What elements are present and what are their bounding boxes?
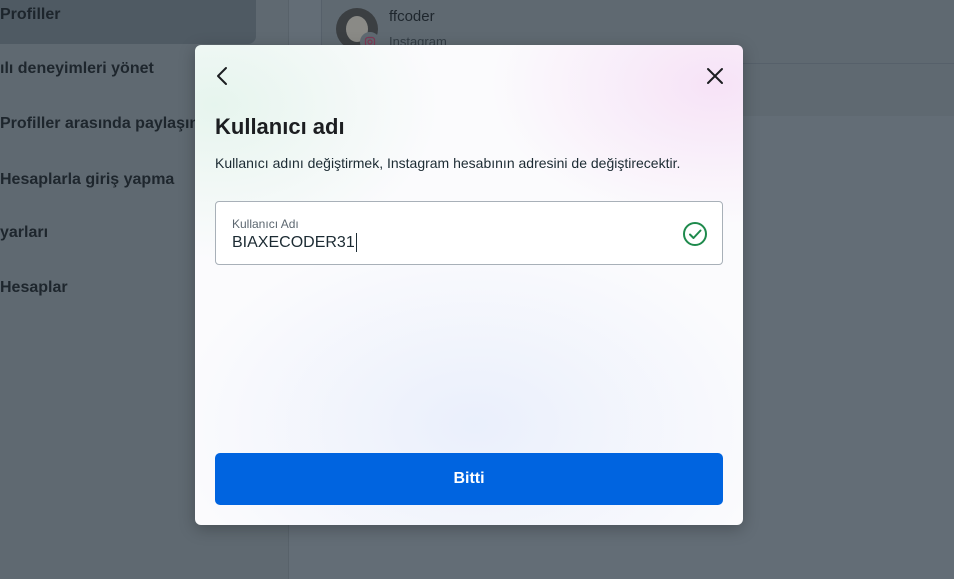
dialog-description: Kullanıcı adını değiştirmek, Instagram h… bbox=[215, 155, 681, 171]
close-button[interactable] bbox=[701, 62, 729, 90]
sidebar-item-label: ılı deneyimleri yönet bbox=[0, 60, 154, 77]
chevron-left-icon bbox=[217, 67, 227, 85]
sidebar-item-manage-experiences[interactable]: ılı deneyimleri yönet bbox=[0, 60, 154, 78]
sidebar-item-label: Hesaplar bbox=[0, 279, 68, 296]
sidebar-item-share-across-profiles[interactable]: Profiller arasında paylaşın bbox=[0, 115, 199, 133]
check-circle-icon bbox=[683, 222, 707, 246]
sidebar-item-login-with-accounts[interactable]: Hesaplarla giriş yapma bbox=[0, 171, 174, 189]
username-input[interactable] bbox=[232, 234, 652, 252]
sidebar-item-label: Profiller arasında paylaşın bbox=[0, 115, 200, 132]
sidebar-item-label: yarları bbox=[0, 224, 49, 241]
sidebar-item-profiles[interactable]: Profiller bbox=[0, 0, 256, 44]
sidebar-item-accounts[interactable]: Hesaplar bbox=[0, 279, 68, 297]
sidebar-item-settings[interactable]: yarları bbox=[0, 224, 48, 242]
text-caret bbox=[356, 233, 357, 252]
back-button[interactable] bbox=[209, 62, 237, 90]
dialog-title: Kullanıcı adı bbox=[215, 114, 345, 139]
username-field[interactable]: Kullanıcı Adı bbox=[215, 201, 723, 265]
done-button[interactable]: Bitti bbox=[215, 453, 723, 505]
sidebar-item-label: Profiller bbox=[0, 6, 61, 23]
username-dialog: Kullanıcı adı Kullanıcı adını değiştirme… bbox=[195, 45, 743, 525]
username-field-label: Kullanıcı Adı bbox=[232, 217, 299, 231]
close-icon bbox=[707, 68, 723, 84]
sidebar-item-label: Hesaplarla giriş yapma bbox=[0, 171, 175, 188]
account-username: ffcoder bbox=[389, 8, 435, 25]
